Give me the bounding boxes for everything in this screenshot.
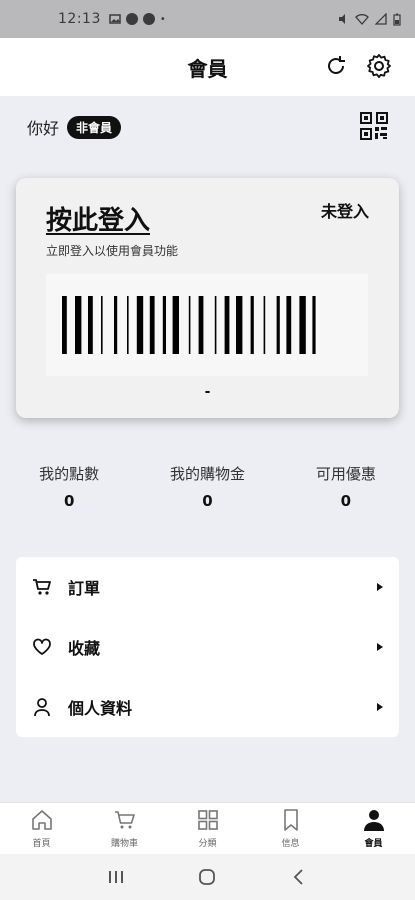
status-bar: 12:13 • xyxy=(0,0,415,38)
member-stats: 我的點數 0 我的購物金 0 可用優惠 0 xyxy=(0,463,415,510)
bottom-tab-bar: 首頁 購物車 分類 信息 會員 xyxy=(0,802,415,854)
cart-icon xyxy=(114,811,135,829)
tab-cart[interactable]: 購物車 xyxy=(83,803,166,854)
tab-home[interactable]: 首頁 xyxy=(0,803,83,854)
menu-item-label: 個人資料 xyxy=(68,699,133,718)
member-status-badge: 非會員 xyxy=(67,115,122,139)
stat-points[interactable]: 我的點數 0 xyxy=(0,463,138,510)
mute-icon xyxy=(339,14,345,24)
chevron-right-icon xyxy=(377,703,383,711)
back-icon[interactable] xyxy=(289,867,309,887)
more-notifications-icon: • xyxy=(159,13,166,25)
qr-code-icon[interactable] xyxy=(360,112,388,140)
battery-icon xyxy=(393,13,401,26)
refresh-icon[interactable] xyxy=(323,53,349,79)
menu-item-orders[interactable]: 訂單 xyxy=(16,557,399,617)
grid-icon xyxy=(197,810,218,830)
stat-label: 可用優惠 xyxy=(315,465,376,483)
page-title: 會員 xyxy=(187,56,228,81)
chevron-right-icon xyxy=(377,583,383,591)
stat-label: 我的點數 xyxy=(39,465,100,483)
notification-icon xyxy=(142,13,155,25)
home-icon xyxy=(31,810,52,830)
stat-credit[interactable]: 我的購物金 0 xyxy=(138,463,276,510)
barcode xyxy=(46,274,368,376)
cart-icon xyxy=(33,579,51,595)
member-card[interactable]: 按此登入 未登入 立即登入以使用會員功能 - xyxy=(16,178,399,418)
greeting-text: 你好 xyxy=(27,119,60,138)
app-header: 會員 xyxy=(0,38,415,96)
tab-label: 首頁 xyxy=(32,839,51,849)
member-code: - xyxy=(204,384,211,400)
recent-apps-icon[interactable] xyxy=(106,867,126,887)
bookmark-icon xyxy=(283,809,298,831)
barcode-image xyxy=(62,296,316,354)
person-icon xyxy=(363,810,384,831)
tab-label: 分類 xyxy=(198,839,217,849)
menu-item-favorites[interactable]: 收藏 xyxy=(16,617,399,677)
tab-label: 購物車 xyxy=(110,839,138,849)
tab-label: 會員 xyxy=(364,839,383,849)
heart-icon xyxy=(33,638,51,655)
chevron-right-icon xyxy=(377,643,383,651)
tab-label: 信息 xyxy=(281,839,300,849)
stat-value: 0 xyxy=(63,492,75,510)
tab-messages[interactable]: 信息 xyxy=(249,803,332,854)
stat-coupons[interactable]: 可用優惠 0 xyxy=(277,463,415,510)
signal-icon xyxy=(375,13,387,25)
member-menu: 訂單 收藏 個人資料 xyxy=(16,557,399,737)
status-time: 12:13 xyxy=(58,11,101,27)
menu-item-profile[interactable]: 個人資料 xyxy=(16,677,399,737)
gear-icon[interactable] xyxy=(365,52,393,80)
home-button-icon[interactable] xyxy=(197,867,217,887)
login-link[interactable]: 按此登入 xyxy=(46,200,150,237)
stat-value: 0 xyxy=(202,492,213,510)
stat-label: 我的購物金 xyxy=(169,465,245,483)
menu-item-label: 收藏 xyxy=(68,639,101,658)
image-notification-icon xyxy=(109,14,121,24)
tab-member[interactable]: 會員 xyxy=(332,803,415,854)
tab-categories[interactable]: 分類 xyxy=(166,803,249,854)
person-icon xyxy=(34,698,50,717)
system-nav-bar xyxy=(0,854,415,900)
menu-item-label: 訂單 xyxy=(68,579,101,598)
notification-icon xyxy=(125,13,138,25)
stat-value: 0 xyxy=(340,492,352,510)
wifi-icon xyxy=(355,14,369,25)
greeting: 你好 非會員 xyxy=(27,115,122,139)
login-hint: 立即登入以使用會員功能 xyxy=(46,244,179,258)
login-status: 未登入 xyxy=(320,202,369,221)
